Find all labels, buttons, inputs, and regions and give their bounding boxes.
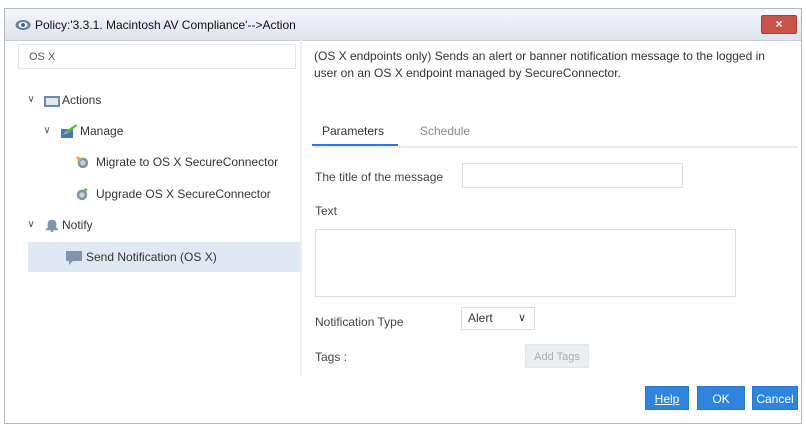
ok-button[interactable]: OK: [697, 386, 745, 410]
text-field-label: Text: [315, 204, 338, 218]
chevron-down-icon: ∨: [517, 312, 526, 324]
tree-item-migrate[interactable]: Migrate to OS X SecureConnector: [18, 147, 296, 177]
manage-icon: [61, 124, 77, 138]
forescout-eye-icon: [15, 20, 31, 30]
tree-item-label: Actions: [62, 93, 102, 107]
tags-label: Tags :: [315, 350, 348, 364]
tab-parameters[interactable]: Parameters: [311, 124, 399, 146]
message-title-input[interactable]: [462, 163, 683, 188]
folder-icon: [44, 96, 60, 107]
tree-item-upgrade[interactable]: Upgrade OS X SecureConnector: [18, 179, 296, 209]
tab-bar: Parameters Schedule: [311, 120, 798, 148]
window-title: Policy:'3.3.1. Macintosh AV Compliance'-…: [35, 18, 296, 32]
chevron-down-icon[interactable]: ∨: [26, 85, 36, 115]
title-field-label: The title of the message: [315, 170, 444, 184]
close-button[interactable]: ×: [761, 15, 797, 34]
message-text-area[interactable]: [315, 229, 736, 297]
chevron-down-icon[interactable]: ∨: [42, 116, 52, 146]
add-tags-button[interactable]: Add Tags: [525, 344, 589, 368]
notification-type-value: Alert: [468, 311, 493, 325]
tree-item-label: Notify: [62, 218, 93, 232]
tab-schedule[interactable]: Schedule: [420, 124, 470, 138]
migrate-icon: [75, 155, 89, 169]
action-tree-panel: ∨ Actions ∨ Manage Migrate to OS X Secur…: [18, 44, 300, 371]
bell-icon: [45, 219, 59, 232]
notification-type-label: Notification Type: [315, 315, 404, 329]
tree-item-manage[interactable]: ∨ Manage: [18, 116, 296, 146]
title-bar[interactable]: Policy:'3.3.1. Macintosh AV Compliance'-…: [5, 9, 801, 41]
tree-item-send-notification[interactable]: Send Notification (OS X): [28, 242, 300, 272]
tree-item-label: Upgrade OS X SecureConnector: [96, 187, 271, 201]
action-description: (OS X endpoints only) Sends an alert or …: [314, 49, 765, 80]
upgrade-icon: [76, 187, 89, 201]
tree-item-label: Manage: [80, 124, 124, 138]
tree-item-label: Migrate to OS X SecureConnector: [96, 155, 279, 169]
message-icon: [66, 251, 82, 265]
notification-type-select[interactable]: Alert ∨: [461, 307, 535, 330]
tree-item-label: Send Notification (OS X): [86, 250, 217, 264]
cancel-button[interactable]: Cancel: [752, 386, 798, 410]
tree-item-notify[interactable]: ∨ Notify: [18, 210, 296, 240]
chevron-down-icon[interactable]: ∨: [26, 210, 36, 240]
help-button-label: Help: [654, 392, 680, 406]
panel-divider[interactable]: [300, 40, 302, 376]
search-input[interactable]: [18, 44, 296, 69]
tree-item-actions[interactable]: ∨ Actions: [18, 85, 296, 115]
help-button[interactable]: Help: [645, 386, 689, 410]
